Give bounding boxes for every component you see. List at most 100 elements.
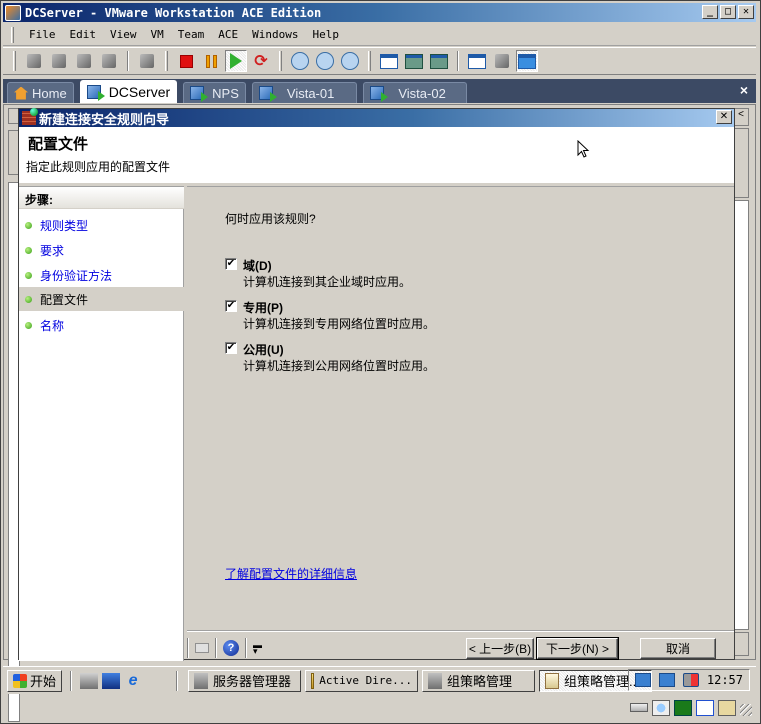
domain-label[interactable]: 域(D): [243, 257, 272, 274]
snapshot-button[interactable]: [289, 50, 311, 72]
clock[interactable]: 12:57: [707, 673, 743, 687]
public-description: 计算机连接到公用网络位置时应用。: [243, 359, 436, 373]
usb-button[interactable]: [98, 50, 120, 72]
toolbar-grip[interactable]: [279, 51, 282, 71]
question-text: 何时应用该规则?: [225, 212, 316, 226]
close-tab-icon[interactable]: ×: [740, 82, 748, 98]
power-off-button[interactable]: [175, 50, 197, 72]
close-button[interactable]: ✕: [738, 5, 754, 19]
wizard-title-bar: 新建连接安全规则向导 ✕: [19, 108, 734, 127]
tab-nps[interactable]: NPS: [183, 82, 246, 103]
maximize-button[interactable]: □: [720, 5, 736, 19]
public-checkbox[interactable]: ✔: [225, 342, 237, 354]
tab-home[interactable]: Home: [7, 82, 74, 103]
volume-muted-icon[interactable]: [682, 673, 699, 687]
step-bullet-icon: [25, 321, 32, 329]
start-button[interactable]: 开始: [7, 669, 63, 692]
tab-vista-02[interactable]: Vista-02: [363, 82, 467, 103]
vm-icon: [190, 86, 209, 102]
minimize-button[interactable]: _: [702, 5, 718, 19]
taskbar-group-policy-management[interactable]: 组策略管理: [422, 669, 536, 692]
power-on-icon: [230, 53, 242, 69]
internet-explorer-icon[interactable]: e: [124, 672, 142, 689]
step-authentication-method[interactable]: 身份验证方法: [19, 263, 184, 287]
wizard-title: 新建连接安全规则向导: [39, 111, 170, 127]
snapshot-manager-button[interactable]: [339, 50, 361, 72]
vm-icon: [370, 86, 389, 102]
keyboard-icon[interactable]: [195, 643, 209, 653]
vmware-tools-icon[interactable]: [634, 673, 651, 687]
menu-help[interactable]: Help: [305, 28, 346, 41]
sound-icon[interactable]: [696, 699, 714, 716]
server-manager-icon: [194, 672, 209, 689]
team-button[interactable]: [23, 50, 45, 72]
reset-button[interactable]: ⟳: [250, 50, 272, 72]
revert-snapshot-button[interactable]: [314, 50, 336, 72]
menu-windows[interactable]: Windows: [245, 28, 305, 41]
cancel-button[interactable]: 取消: [640, 638, 716, 659]
sidebar-view-button[interactable]: [378, 50, 400, 72]
network-icon[interactable]: [658, 673, 675, 687]
tab-dcserver[interactable]: DCServer: [79, 80, 178, 103]
steps-panel: 步骤: 规则类型 要求 身份验证方法 配置文件 名称: [19, 186, 184, 661]
next-button[interactable]: 下一步(N) >: [536, 637, 619, 660]
wizard-content: 何时应用该规则? ✔ 域(D) 计算机连接到其企业域时应用。 ✔ 专用(P) 计…: [187, 186, 734, 631]
private-label[interactable]: 专用(P): [243, 299, 283, 316]
new-vm-button[interactable]: [73, 50, 95, 72]
taskbar-active-directory[interactable]: Active Dire...: [305, 669, 419, 692]
toolbar-grip[interactable]: [13, 51, 16, 71]
mouse-cursor-icon: [577, 140, 590, 158]
menu-view[interactable]: View: [103, 28, 144, 41]
help-icon[interactable]: ?: [223, 640, 239, 656]
sidebar-view-icon: [380, 53, 398, 69]
tab-vista-01[interactable]: Vista-01: [251, 82, 358, 103]
step-rule-type[interactable]: 规则类型: [19, 213, 184, 237]
toolbar-grip[interactable]: [368, 51, 371, 71]
menu-edit[interactable]: Edit: [63, 28, 104, 41]
windows-logo-icon: [13, 673, 27, 688]
resize-grip[interactable]: [740, 704, 752, 716]
menubar-grip[interactable]: [11, 26, 14, 43]
menu-ace[interactable]: ACE: [211, 28, 245, 41]
public-label[interactable]: 公用(U): [243, 341, 284, 358]
toolbar-separator: [127, 51, 129, 71]
step-name[interactable]: 名称: [19, 313, 184, 337]
team-add-button[interactable]: [48, 50, 70, 72]
steps-header: 步骤:: [19, 187, 184, 209]
summary-view-button[interactable]: [466, 50, 488, 72]
vmware-app-icon: [5, 4, 21, 21]
console-button[interactable]: [136, 50, 158, 72]
step-requirements[interactable]: 要求: [19, 238, 184, 262]
taskbar-server-manager[interactable]: 服务器管理器: [188, 669, 302, 692]
input-toolbar: ? ▬ ▾: [187, 638, 262, 658]
desktop-icon[interactable]: [102, 672, 121, 689]
appliance-view-icon: [518, 53, 536, 69]
server-manager-icon[interactable]: [80, 672, 99, 689]
menu-team[interactable]: Team: [171, 28, 212, 41]
domain-checkbox[interactable]: ✔: [225, 258, 237, 270]
private-checkbox[interactable]: ✔: [225, 300, 237, 312]
active-directory-icon: [311, 672, 315, 689]
host-status-bar: [3, 695, 756, 720]
message-log-icon[interactable]: [718, 699, 736, 716]
quick-switch-button[interactable]: [428, 50, 450, 72]
cd-rom-icon[interactable]: [652, 699, 670, 716]
hard-disk-icon[interactable]: [630, 703, 648, 712]
suspend-button[interactable]: [200, 50, 222, 72]
options-menu-icon[interactable]: ▬ ▾: [253, 641, 262, 656]
policy-editor-icon: [545, 672, 560, 689]
full-screen-button[interactable]: [403, 50, 425, 72]
step-bullet-icon: [25, 221, 32, 229]
menu-file[interactable]: File: [22, 28, 63, 41]
power-on-button[interactable]: [225, 50, 247, 72]
toolbar-grip[interactable]: [165, 51, 168, 71]
learn-more-link[interactable]: 了解配置文件的详细信息: [225, 565, 357, 582]
console-view-button[interactable]: [491, 50, 513, 72]
snapshot-manager-icon: [341, 52, 359, 70]
back-button[interactable]: < 上一步(B): [466, 638, 534, 659]
wizard-close-button[interactable]: ✕: [716, 110, 732, 124]
appliance-view-button[interactable]: [516, 50, 538, 72]
toolbar-separator: [457, 51, 459, 71]
menu-vm[interactable]: VM: [144, 28, 171, 41]
network-adapter-icon[interactable]: [674, 699, 692, 716]
